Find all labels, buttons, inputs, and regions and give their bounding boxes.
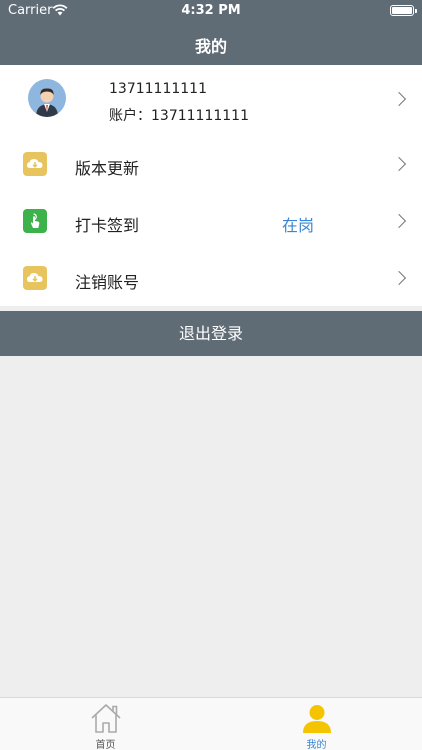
chevron-right-icon [391,156,407,172]
user-avatar-icon [36,88,58,117]
tap-hand-icon [23,209,47,233]
profile-phone: 13711111111 [109,81,207,97]
cloud-download-icon [23,266,47,290]
tab-label: 我的 [306,740,327,750]
cloud-download-icon [23,152,47,176]
status-bar: Carrier 4:32 PM [0,0,422,22]
app-header: Carrier 4:32 PM 我的 [0,0,422,65]
menu-item-label: 打卡签到 [75,216,140,235]
avatar [28,79,66,117]
tab-mine[interactable]: 我的 [211,698,422,750]
menu-item-delete-account[interactable]: 注销账号 [0,251,422,307]
menu-item-label: 注销账号 [75,273,140,292]
page-title: 我的 [194,37,227,56]
user-icon [303,705,331,733]
menu-item-version-update[interactable]: 版本更新 [0,137,422,193]
chevron-right-icon [391,91,407,107]
menu-item-label: 版本更新 [75,159,140,178]
settings-list: 13711111111 账户：13711111111 版本更新 打卡签到 在岗 [0,65,422,306]
menu-item-check-in[interactable]: 打卡签到 在岗 [0,194,422,250]
clock: 4:32 PM [181,3,241,18]
tab-bar: 首页 我的 [0,697,422,750]
chevron-right-icon [391,213,407,229]
chevron-right-icon [391,270,407,286]
profile-row[interactable]: 13711111111 账户：13711111111 [0,65,422,133]
status-badge: 在岗 [282,216,315,235]
tab-label: 首页 [95,740,116,750]
home-icon [91,704,121,733]
logout-button[interactable]: 退出登录 [0,311,422,356]
battery-icon [390,5,417,16]
tab-home[interactable]: 首页 [0,698,211,750]
profile-account: 账户：13711111111 [109,108,249,124]
